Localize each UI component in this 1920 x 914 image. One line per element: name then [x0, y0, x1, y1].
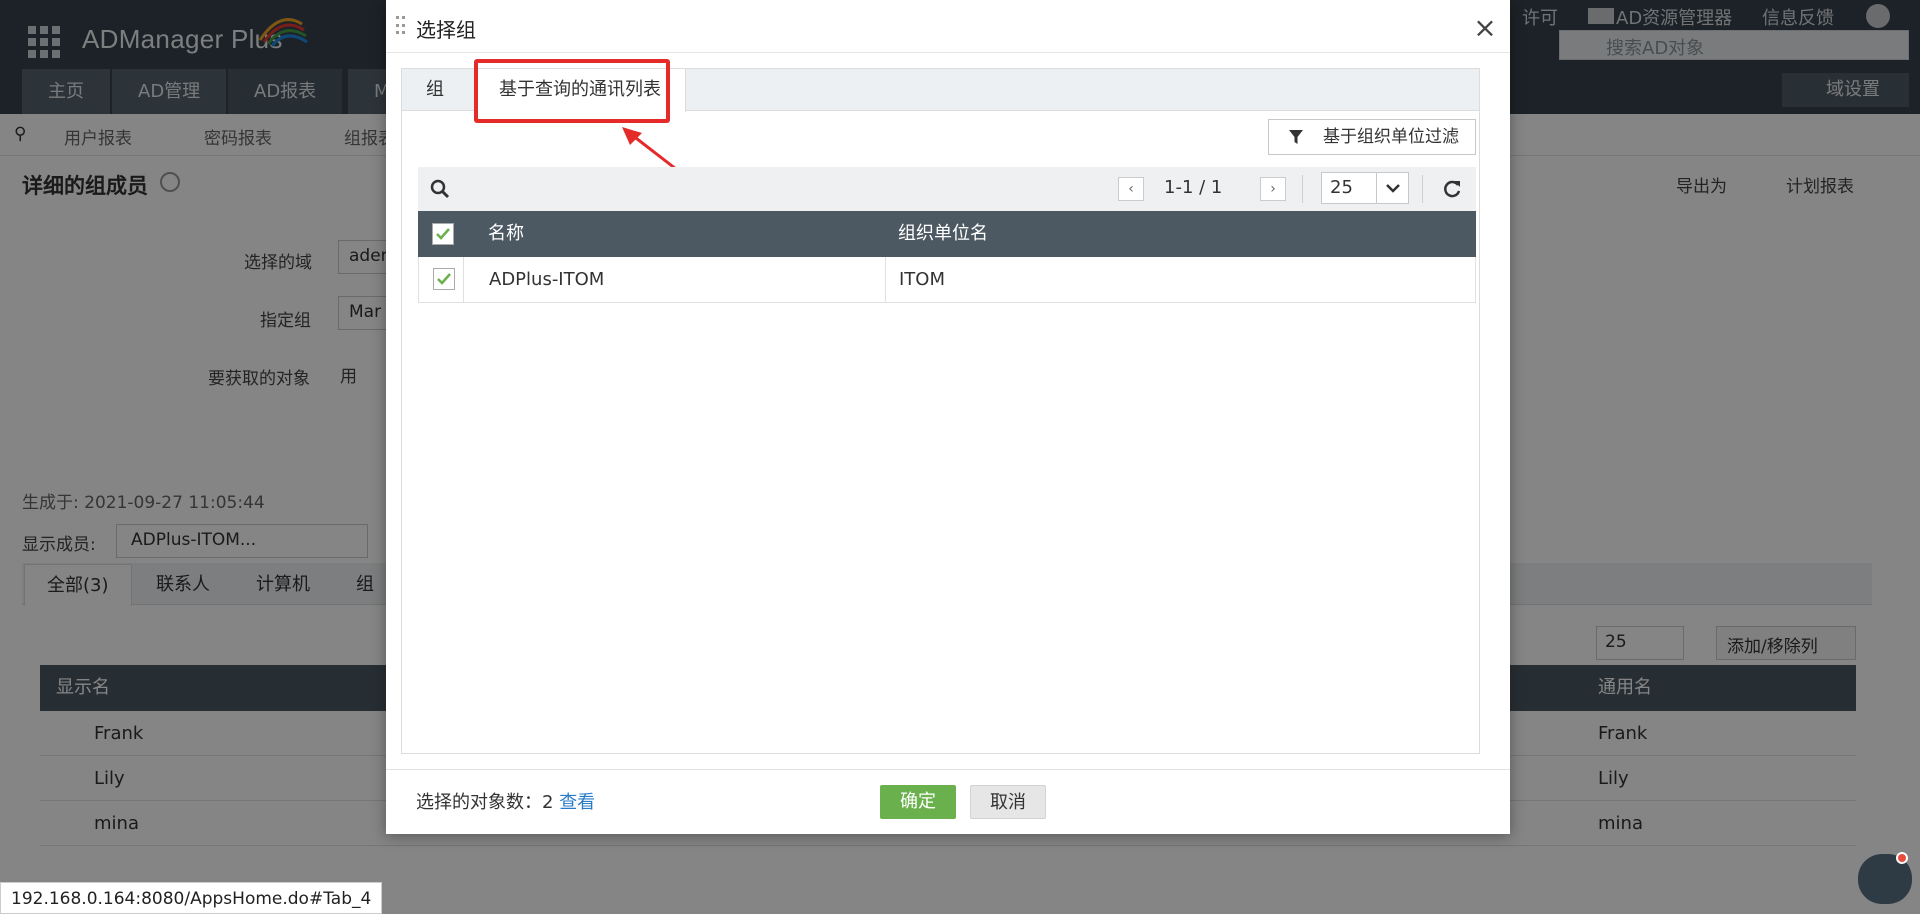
- drag-handle-icon[interactable]: [396, 16, 406, 36]
- toolbar-divider: [1302, 175, 1303, 203]
- row-name: ADPlus-ITOM: [489, 269, 605, 290]
- refresh-icon[interactable]: [1442, 179, 1462, 199]
- table-toolbar: ‹ 1-1 / 1 › 25: [418, 167, 1476, 211]
- filter-icon: [1289, 130, 1303, 144]
- selected-count-label: 选择的对象数：2: [416, 792, 554, 813]
- close-icon[interactable]: ×: [1470, 10, 1500, 46]
- table-row[interactable]: ADPlus-ITOM ITOM: [418, 257, 1476, 303]
- notification-dot: [1896, 852, 1908, 864]
- page-size-select[interactable]: 25: [1321, 172, 1409, 204]
- chevron-down-icon: [1376, 173, 1408, 203]
- row-checkbox[interactable]: [433, 268, 455, 290]
- pager-text: 1-1 / 1: [1164, 177, 1223, 198]
- next-page-button[interactable]: ›: [1260, 177, 1286, 201]
- dialog-body: 组 基于查询的通讯列表 基于组织单位过滤 ‹ 1-1 / 1 › 25 名称 组…: [401, 59, 1480, 754]
- dialog-title: 选择组: [416, 18, 476, 42]
- tab-groups[interactable]: 组: [402, 69, 468, 111]
- col-name: 名称: [488, 223, 524, 244]
- col-ou-name: 组织单位名: [898, 223, 988, 244]
- highlight-annotation: [474, 59, 670, 123]
- groups-table-header: 名称 组织单位名: [418, 211, 1476, 257]
- status-url: 192.168.0.164:8080/AppsHome.do#Tab_4: [0, 882, 383, 914]
- title-divider: [386, 52, 1510, 53]
- select-group-dialog: 选择组 × 组 基于查询的通讯列表 基于组织单位过滤 ‹ 1-1 / 1 › 2…: [386, 0, 1510, 834]
- row-ou: ITOM: [899, 269, 946, 290]
- filter-label: 基于组织单位过滤: [1323, 127, 1459, 147]
- page-size-value: 25: [1330, 177, 1353, 198]
- toolbar-divider: [1422, 175, 1423, 203]
- cancel-button[interactable]: 取消: [970, 785, 1046, 819]
- view-selected-link[interactable]: 查看: [559, 792, 595, 813]
- prev-page-button[interactable]: ‹: [1118, 177, 1144, 201]
- filter-by-ou-button[interactable]: 基于组织单位过滤: [1268, 119, 1476, 155]
- cell-divider: [885, 257, 886, 302]
- search-icon[interactable]: [430, 179, 450, 199]
- cell-divider: [463, 257, 464, 302]
- ok-button[interactable]: 确定: [880, 785, 956, 819]
- select-all-checkbox[interactable]: [432, 223, 454, 245]
- selected-count: 选择的对象数：2 查看: [416, 788, 595, 814]
- footer-divider: [386, 769, 1510, 770]
